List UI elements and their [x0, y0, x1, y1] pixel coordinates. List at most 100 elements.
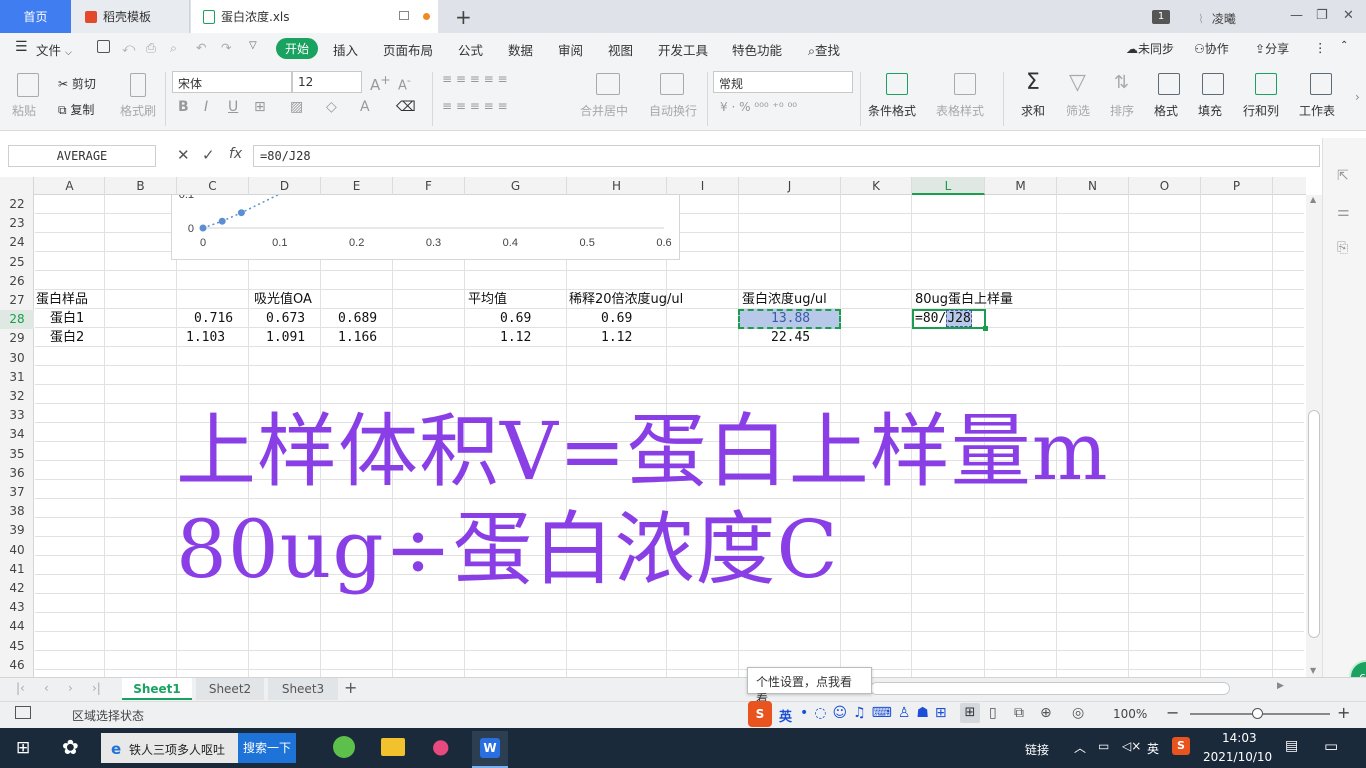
row-col-label[interactable]: 行和列	[1243, 102, 1279, 119]
scroll-thumb[interactable]	[1308, 410, 1320, 638]
sheet-nav-first-icon[interactable]: |‹	[16, 681, 25, 695]
menu-search[interactable]: ⌕查找	[808, 40, 840, 59]
column-header-d[interactable]: D	[249, 177, 321, 195]
cell-h27[interactable]: 稀释20倍浓度ug/ul	[569, 290, 683, 309]
menu-layout[interactable]: 页面布局	[383, 40, 433, 59]
menu-view[interactable]: 视图	[608, 40, 633, 59]
normal-view-icon[interactable]: ⊞	[960, 703, 980, 723]
file-explorer-icon[interactable]	[381, 738, 405, 756]
pointer-tool-icon[interactable]: ⇱	[1337, 168, 1349, 184]
cell-a29[interactable]: 蛋白2	[50, 328, 84, 347]
cell-e28[interactable]: 0.689	[338, 309, 377, 328]
tab-window-icon[interactable]	[399, 11, 409, 20]
conditional-format-label[interactable]: 条件格式	[868, 102, 916, 119]
menu-data[interactable]: 数据	[508, 40, 533, 59]
column-header-j[interactable]: J	[739, 177, 841, 195]
share-button[interactable]: ⇪分享	[1255, 40, 1289, 57]
column-header-l[interactable]: L	[912, 177, 985, 195]
new-tab-button[interactable]: +	[455, 5, 472, 29]
font-size-select[interactable]: 12	[292, 71, 362, 93]
close-button[interactable]: ✕	[1343, 8, 1354, 23]
column-header-b[interactable]: B	[105, 177, 177, 195]
column-header-e[interactable]: E	[321, 177, 393, 195]
column-header-n[interactable]: N	[1057, 177, 1129, 195]
table-style-icon[interactable]	[954, 73, 976, 95]
settings-slider-icon[interactable]: ⚌	[1337, 204, 1350, 220]
tray-ime[interactable]: 英	[1147, 740, 1159, 757]
border-icon[interactable]: ⊞	[254, 99, 266, 115]
row-header-26[interactable]: 26	[0, 272, 34, 291]
sogou-ime-icon[interactable]: S	[748, 701, 772, 727]
row-header-45[interactable]: 45	[0, 637, 34, 656]
row-header-40[interactable]: 40	[0, 541, 34, 560]
preview-icon[interactable]: ⌕	[170, 40, 177, 56]
cell-c29[interactable]: 1.103	[186, 328, 225, 347]
cell-h28[interactable]: 0.69	[601, 309, 632, 328]
column-header-k[interactable]: K	[841, 177, 912, 195]
formula-input[interactable]: =80/J28	[253, 145, 1320, 167]
number-format-select[interactable]: 常规	[713, 71, 853, 93]
paste-icon[interactable]	[17, 73, 39, 97]
collapse-ribbon-icon[interactable]: ⌃	[1340, 40, 1348, 51]
column-header-a[interactable]: A	[35, 177, 105, 195]
taskbar-search-button[interactable]: 搜索一下	[238, 733, 296, 763]
row-header-29[interactable]: 29	[0, 329, 34, 348]
format-icon[interactable]	[1158, 73, 1180, 95]
sheet-nav-last-icon[interactable]: ›|	[92, 681, 101, 695]
bucket-icon[interactable]: ◇	[326, 99, 337, 115]
confirm-formula-icon[interactable]: ✓	[202, 146, 215, 164]
row-header-22[interactable]: 22	[0, 195, 34, 214]
clock-time[interactable]: 14:03	[1222, 731, 1257, 745]
align-left-icon[interactable]: ≡ ≡ ≡ ≡ ≡	[442, 99, 508, 113]
ime-toolbar-icons[interactable]: •◌☺♫⌨♙☗⊞	[800, 705, 953, 721]
sheet-tab-3[interactable]: Sheet3	[268, 678, 338, 700]
windows-start-icon[interactable]: ⊞	[16, 738, 30, 758]
vertical-scrollbar[interactable]: ▲ ▼	[1306, 195, 1322, 677]
column-header-i[interactable]: I	[667, 177, 739, 195]
sheet-nav-next-icon[interactable]: ›	[68, 681, 73, 695]
fill-label[interactable]: 填充	[1198, 102, 1222, 119]
page-layout-view-icon[interactable]: ▯	[989, 705, 997, 721]
cell-e29[interactable]: 1.166	[338, 328, 377, 347]
column-header-g[interactable]: G	[465, 177, 567, 195]
wps-taskbar-icon[interactable]: W	[472, 731, 508, 768]
name-box[interactable]: AVERAGE	[8, 145, 156, 167]
undo-icon[interactable]: ⤺	[122, 40, 135, 56]
row-header-37[interactable]: 37	[0, 483, 34, 502]
cell-h29[interactable]: 1.12	[601, 328, 632, 347]
clock-date[interactable]: 2021/10/10	[1203, 750, 1272, 764]
window-count-badge[interactable]: 1	[1152, 10, 1170, 24]
cell-l28-editing[interactable]: =80/J28	[915, 309, 972, 328]
hamburger-icon[interactable]: ☰	[15, 39, 28, 55]
eraser-icon[interactable]: ⌫	[396, 99, 416, 115]
row-header-41[interactable]: 41	[0, 560, 34, 579]
notes-icon[interactable]: ▤	[1285, 738, 1298, 754]
sort-icon[interactable]: ⇅	[1114, 72, 1129, 93]
fill-handle[interactable]	[983, 326, 988, 331]
cell-j28[interactable]: 13.88	[771, 309, 810, 328]
wrap-text-icon[interactable]	[660, 73, 684, 95]
taskbar-browser-item[interactable]: e 铁人三项多人呕吐	[101, 733, 238, 763]
column-header-o[interactable]: O	[1129, 177, 1201, 195]
align-top-icon[interactable]: ≡ ≡ ≡ ≡ ≡	[442, 72, 508, 86]
row-header-42[interactable]: 42	[0, 579, 34, 598]
format-brush-icon[interactable]	[130, 73, 146, 97]
cell-d29[interactable]: 1.091	[266, 328, 305, 347]
cell-a28[interactable]: 蛋白1	[50, 309, 84, 328]
row-header-31[interactable]: 31	[0, 368, 34, 387]
tray-volume-icon[interactable]: ◁×	[1122, 739, 1141, 753]
zoom-in-button[interactable]: +	[1337, 703, 1350, 722]
page-break-view-icon[interactable]: ⧉	[1014, 705, 1024, 721]
underline-icon[interactable]: U	[228, 99, 238, 115]
bold-icon[interactable]: B	[178, 99, 189, 115]
row-header-33[interactable]: 33	[0, 406, 34, 425]
cell-j29[interactable]: 22.45	[771, 328, 810, 347]
print-icon[interactable]: ⎙	[146, 40, 156, 56]
sheet-tab-1[interactable]: Sheet1	[122, 678, 192, 700]
sync-button[interactable]: ☁未同步	[1126, 40, 1174, 57]
export-icon[interactable]: ⎘	[1337, 240, 1348, 256]
scroll-up-icon[interactable]: ▲	[1310, 195, 1316, 204]
select-all-corner[interactable]	[0, 177, 34, 195]
paste-label[interactable]: 粘贴	[12, 102, 36, 119]
more-options-icon[interactable]: ⋮	[1314, 40, 1327, 55]
